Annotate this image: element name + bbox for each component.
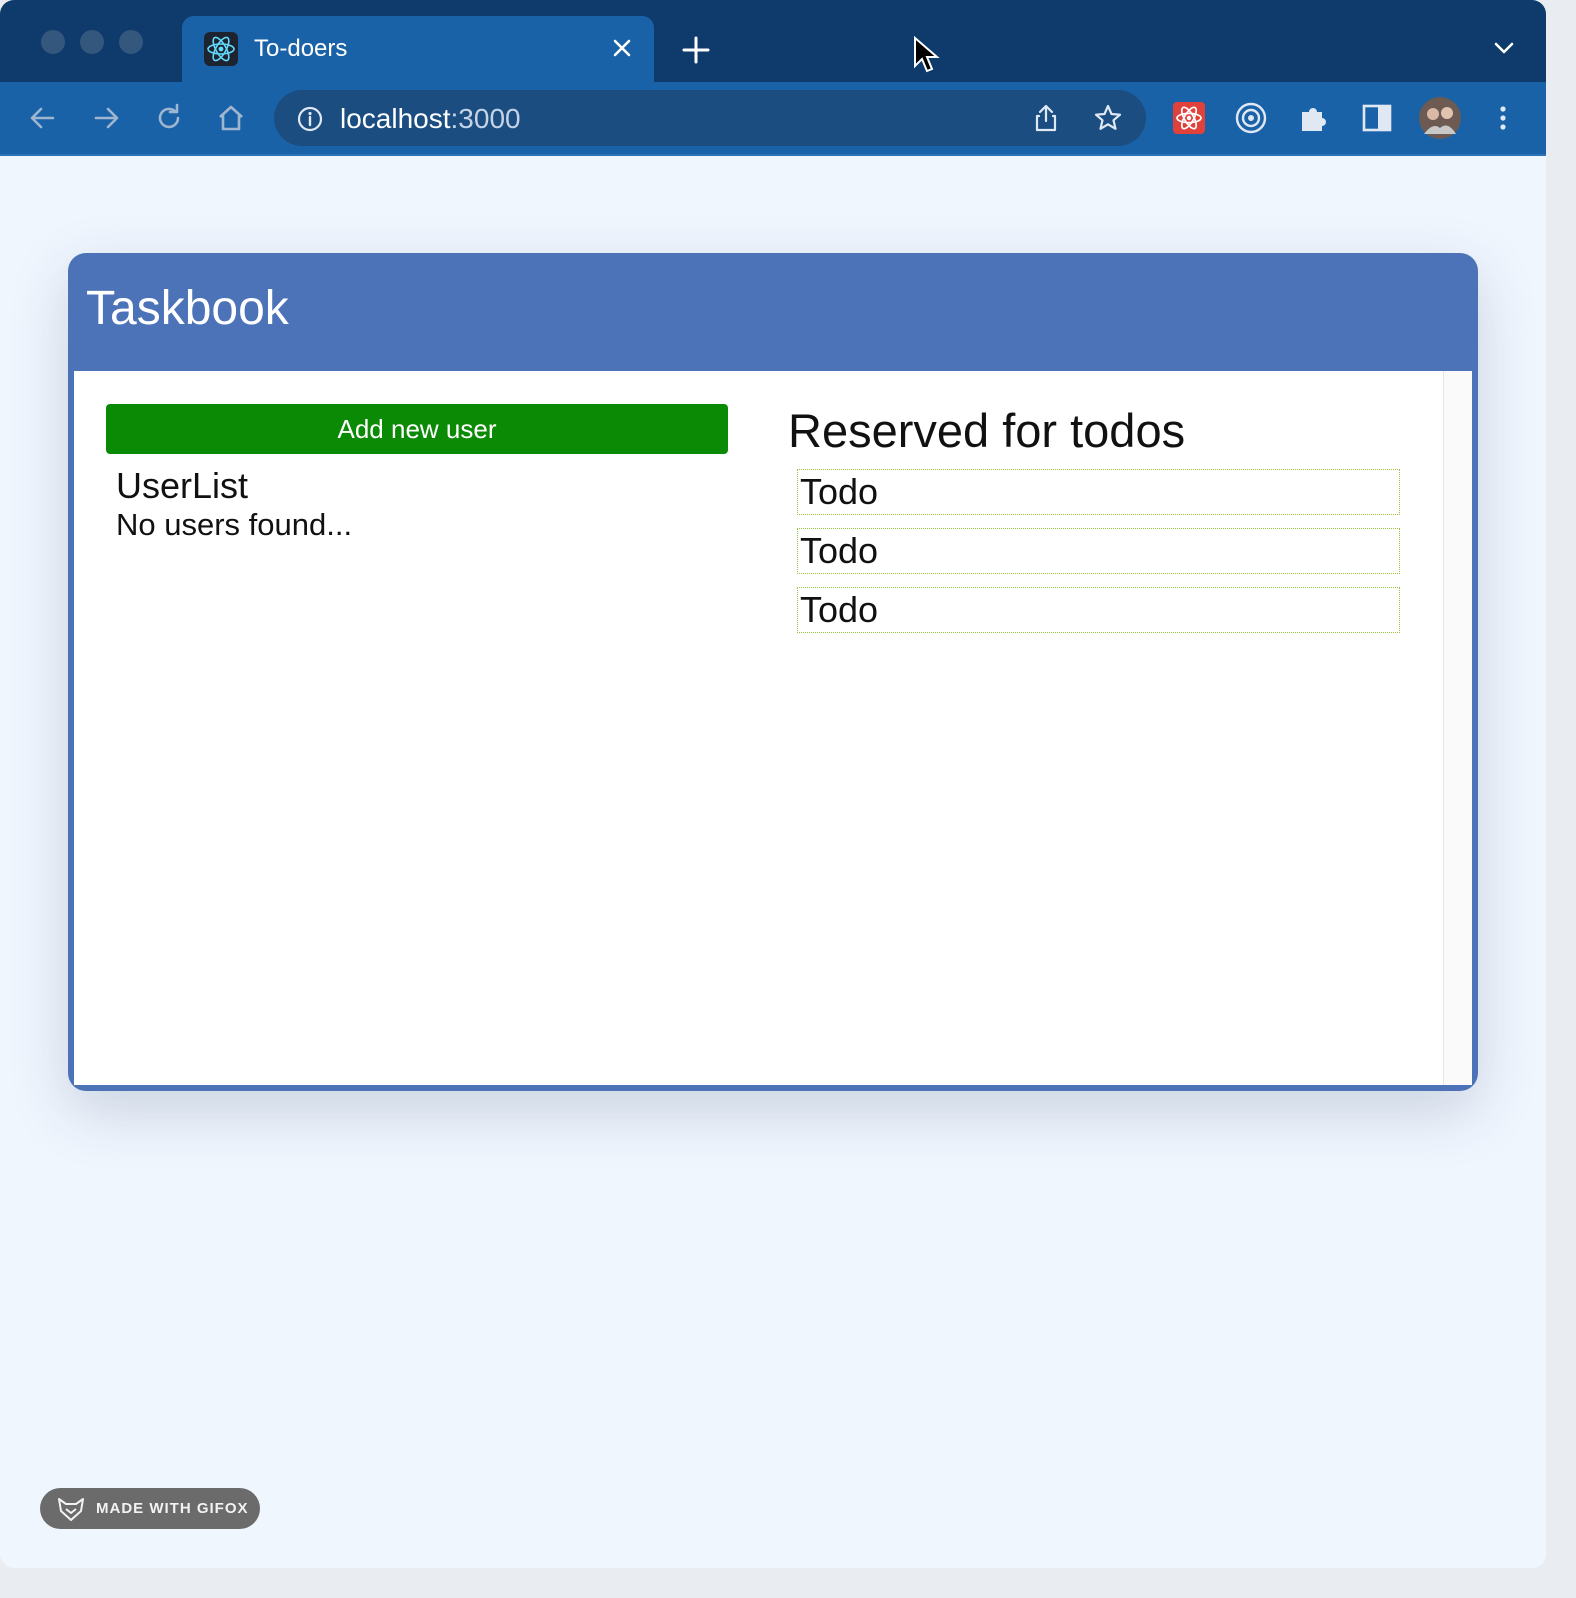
arrow-left-icon[interactable]	[25, 100, 61, 136]
window-close-dot[interactable]	[41, 30, 65, 54]
mouse-cursor-icon	[912, 35, 940, 76]
window-zoom-dot[interactable]	[119, 30, 143, 54]
extensions-puzzle-icon[interactable]	[1296, 100, 1332, 136]
url-port: :3000	[450, 103, 521, 134]
profile-avatar[interactable]	[1418, 96, 1462, 140]
window-minimize-dot[interactable]	[80, 30, 104, 54]
tab-title: To-doers	[254, 35, 348, 62]
chevron-down-icon[interactable]	[1490, 34, 1518, 62]
plus-icon[interactable]	[676, 30, 716, 70]
todo-item[interactable]: Todo	[797, 587, 1400, 633]
url-host: localhost	[340, 103, 451, 134]
gifox-watermark: MADE WITH GIFOX	[40, 1488, 260, 1529]
card-body: Add new user UserList No users found... …	[74, 371, 1472, 1085]
active-tab[interactable]: To-doers	[182, 16, 654, 82]
info-icon[interactable]	[296, 105, 324, 133]
bookmark-star-icon[interactable]	[1092, 102, 1124, 134]
app-title: Taskbook	[86, 282, 289, 335]
scrollbar-track[interactable]	[1443, 371, 1472, 1085]
react-atom-icon	[204, 32, 238, 66]
close-icon[interactable]	[606, 32, 638, 64]
userlist-empty-message: No users found...	[116, 507, 353, 542]
page-viewport: Taskbook Add new user UserList No users …	[0, 156, 1546, 1568]
arrow-right-icon[interactable]	[88, 100, 124, 136]
userlist-title: UserList	[116, 465, 249, 506]
side-panel-icon[interactable]	[1359, 100, 1395, 136]
add-user-button[interactable]: Add new user	[106, 404, 728, 454]
todo-list: Todo Todo Todo	[797, 469, 1400, 646]
browser-toolbar: localhost:3000	[0, 82, 1546, 156]
address-bar[interactable]: localhost:3000	[274, 90, 1146, 146]
taskbook-card: Taskbook Add new user UserList No users …	[68, 253, 1478, 1091]
gifox-fox-icon	[56, 1494, 86, 1524]
reload-icon[interactable]	[151, 100, 187, 136]
kebab-menu-icon[interactable]	[1485, 100, 1521, 136]
home-icon[interactable]	[213, 100, 249, 136]
share-icon[interactable]	[1030, 102, 1062, 134]
todo-item[interactable]: Todo	[797, 469, 1400, 515]
todos-title: Reserved for todos	[788, 404, 1186, 457]
gifox-label: MADE WITH GIFOX	[96, 1500, 249, 1517]
browser-window: To-doers localhost:3000 Taskbook Add new…	[0, 0, 1546, 1568]
react-devtools-icon[interactable]	[1171, 100, 1207, 136]
extension-target-icon[interactable]	[1233, 100, 1269, 136]
url-text: localhost:3000	[340, 104, 521, 134]
tab-strip: To-doers	[0, 0, 1546, 82]
todo-item[interactable]: Todo	[797, 528, 1400, 574]
